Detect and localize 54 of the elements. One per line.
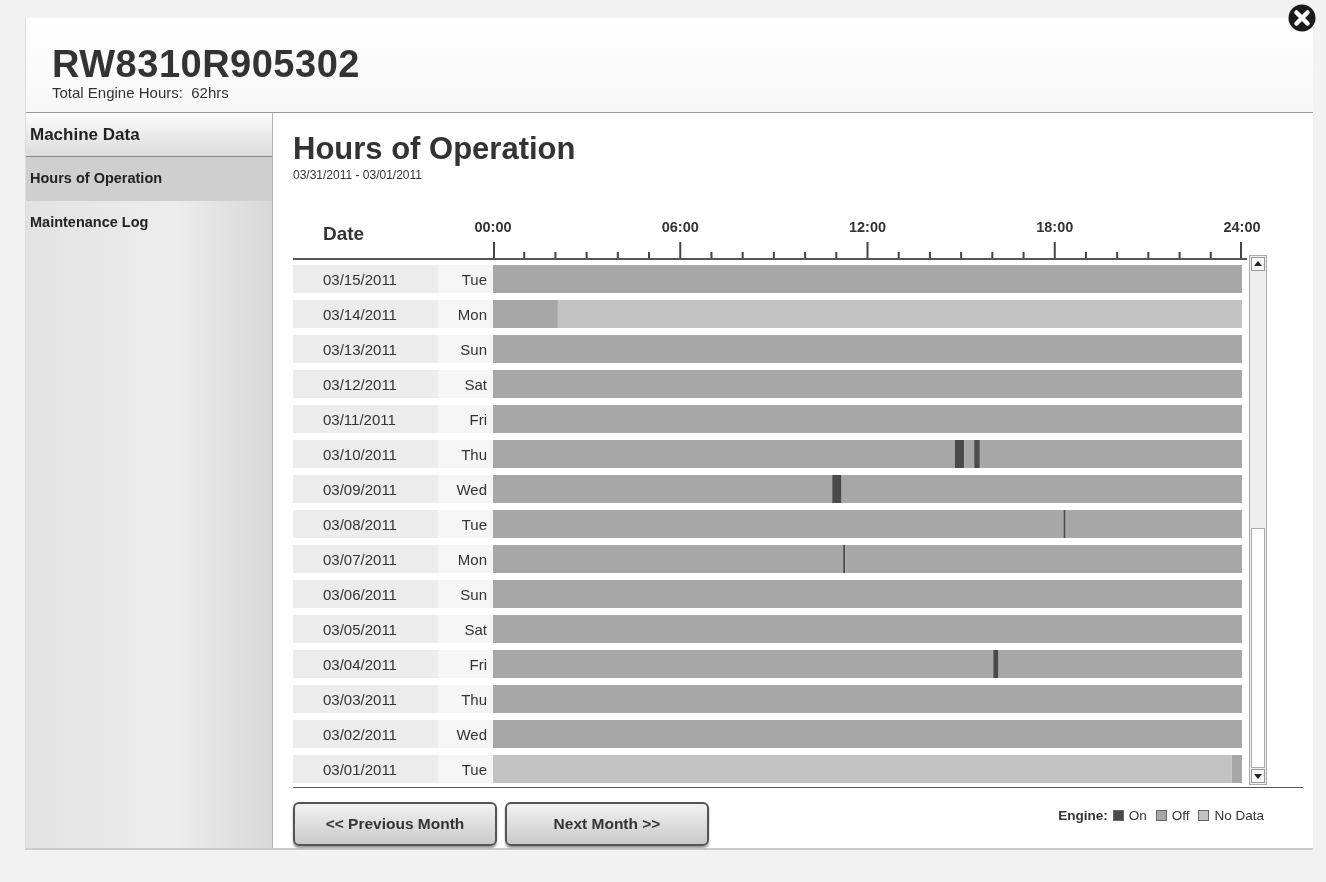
date-cell: 03/15/2011 xyxy=(293,265,438,293)
weekday-cell: Wed xyxy=(438,720,493,748)
axis-label: 00:00 xyxy=(474,219,512,235)
date-cell: 03/10/2011 xyxy=(293,440,438,468)
weekday-cell: Tue xyxy=(438,510,493,538)
legend-label: No Data xyxy=(1214,808,1264,823)
scrollbar[interactable] xyxy=(1249,255,1267,785)
date-column-heading: Date xyxy=(322,222,366,246)
date-cell: 03/02/2011 xyxy=(293,720,438,748)
date-cell: 03/09/2011 xyxy=(293,475,438,503)
legend-label: Off xyxy=(1171,808,1190,823)
weekday-cell: Mon xyxy=(438,545,493,573)
weekday-cell: Sat xyxy=(438,615,493,643)
weekday-cell: Sat xyxy=(438,370,493,398)
scroll-thumb[interactable] xyxy=(1251,528,1265,768)
weekday-cell: Tue xyxy=(438,265,493,293)
sidebar-heading: Machine Data xyxy=(26,113,272,157)
date-cell: 03/07/2011 xyxy=(293,545,438,573)
weekday-cell: Fri xyxy=(438,405,493,433)
page-title: Hours of Operation xyxy=(293,133,576,165)
legend-label: On xyxy=(1128,808,1147,823)
weekday-cell: Sun xyxy=(438,335,493,363)
machine-id-title: RW8310R905302 xyxy=(52,44,361,84)
previous-month-button[interactable]: << Previous Month xyxy=(293,802,497,846)
sidebar-item[interactable]: Hours of Operation xyxy=(26,157,272,201)
date-cell: 03/08/2011 xyxy=(293,510,438,538)
date-cell: 03/11/2011 xyxy=(293,405,438,433)
weekday-cell: Thu xyxy=(438,440,493,468)
date-cell: 03/13/2011 xyxy=(293,335,438,363)
date-cell: 03/01/2011 xyxy=(293,755,438,783)
axis-label: 12:00 xyxy=(848,219,887,235)
weekday-cell: Wed xyxy=(438,475,493,503)
axis-label: 18:00 xyxy=(1036,219,1074,235)
date-cell: 03/05/2011 xyxy=(293,615,438,643)
date-cell: 03/04/2011 xyxy=(293,650,438,678)
weekday-cell: Mon xyxy=(438,300,493,328)
weekday-cell: Tue xyxy=(438,755,493,783)
weekday-cell: Fri xyxy=(438,650,493,678)
weekday-cell: Thu xyxy=(438,685,493,713)
legend-title: Engine: xyxy=(1058,808,1108,823)
date-cell: 03/12/2011 xyxy=(293,370,438,398)
sidebar-item[interactable]: Maintenance Log xyxy=(26,201,272,245)
weekday-cell: Sun xyxy=(438,580,493,608)
date-cell: 03/14/2011 xyxy=(293,300,438,328)
date-range: 03/31/2011 - 03/01/2011 xyxy=(293,168,422,182)
date-cell: 03/06/2011 xyxy=(293,580,438,608)
next-month-button[interactable]: Next Month >> xyxy=(505,802,709,846)
axis-label: 06:00 xyxy=(661,219,699,235)
scroll-up-button[interactable] xyxy=(1251,257,1265,271)
axis-label: 24:00 xyxy=(1223,219,1261,235)
scroll-down-button[interactable] xyxy=(1251,769,1265,783)
date-cell: 03/03/2011 xyxy=(293,685,438,713)
close-icon[interactable] xyxy=(1288,4,1316,32)
total-engine-hours: Total Engine Hours: 62hrs xyxy=(52,84,229,101)
